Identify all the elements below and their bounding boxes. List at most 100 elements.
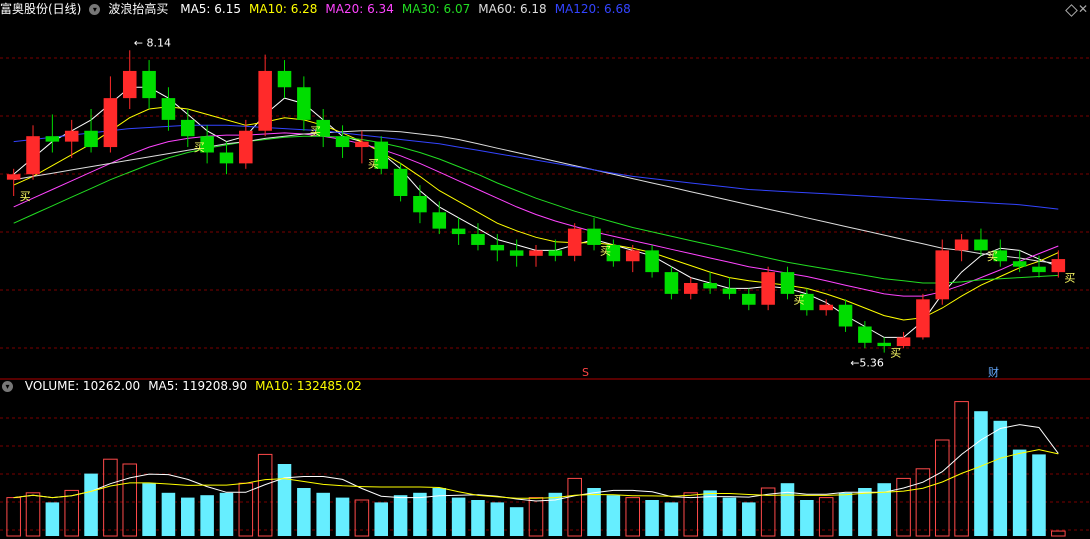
volume-bar — [64, 489, 79, 537]
candle-body — [954, 239, 969, 251]
candle-body — [645, 250, 659, 273]
candle-body — [916, 299, 930, 338]
volume-bar — [800, 500, 814, 536]
volume-bar — [297, 488, 311, 536]
volume-bar — [587, 488, 601, 536]
candle-body — [432, 212, 447, 229]
candle-body — [219, 152, 234, 164]
volume-legend: VOLUME: 10262.00 MA5: 119208.90 MA10: 1324… — [25, 379, 370, 393]
volume-bar — [993, 420, 1008, 536]
ma-legend: MA5: 6.15 MA10: 6.28 MA20: 6.34 MA30: 6.07 M… — [180, 2, 639, 16]
candle-body — [355, 141, 369, 148]
volume-label-0: VOLUME: 10262.00 — [24, 379, 141, 393]
main-panel-header: 富奥股份(日线) ▾ 波浪抬高买 MA5: 6.15 MA10: 6.28 MA20: … — [0, 0, 647, 18]
ma-line-ma120 — [13, 124, 1059, 210]
volume-bar — [1012, 449, 1027, 536]
chart-canvas: 买买买买买买买买买← 8.14←5.36S 财 — [0, 36, 1090, 537]
candle-body — [935, 250, 950, 300]
stock-name[interactable]: 富奥股份(日线) — [0, 2, 81, 16]
volume-bar — [1051, 530, 1066, 537]
volume-bar — [374, 502, 389, 536]
candle-body — [567, 228, 582, 256]
volume-bar — [490, 502, 505, 536]
ma-line-ma5 — [13, 86, 1059, 338]
buy-signal-label: 买 — [793, 293, 804, 306]
indicator-name[interactable]: 波浪抬高买 — [108, 2, 168, 16]
volume-bar — [354, 499, 370, 537]
volume-bar — [974, 411, 988, 536]
candle-body — [509, 250, 524, 256]
candle-body — [529, 250, 543, 256]
candle-body — [122, 70, 137, 99]
candle-body — [413, 196, 427, 213]
candle-body — [664, 272, 679, 294]
volume-bar — [142, 483, 156, 536]
volume-bar — [722, 497, 737, 536]
close-icon[interactable]: ✕ — [1078, 3, 1088, 15]
buy-signal-label: 买 — [600, 244, 611, 257]
candle-body — [393, 168, 408, 196]
volume-bar — [567, 477, 582, 537]
volume-bar — [161, 492, 176, 536]
volume-bar — [954, 401, 969, 537]
candle-body — [471, 234, 485, 245]
marker-cai: 财 — [988, 365, 999, 379]
candle-body — [258, 70, 272, 131]
candle-body — [548, 250, 563, 256]
candle-body — [1051, 259, 1066, 273]
candle-body — [722, 288, 737, 294]
candle-body — [26, 136, 40, 175]
volume-panel-header: ▾ VOLUME: 10262.00 MA5: 119208.90 MA10: 13… — [2, 377, 378, 395]
volume-bar — [645, 500, 659, 536]
candle-body — [838, 304, 853, 327]
volume-bar — [664, 502, 679, 536]
volume-bar — [257, 453, 273, 537]
candle-body — [761, 272, 775, 305]
ma-label-4: MA60: 6.18 — [478, 2, 547, 16]
marker-s: S — [582, 366, 589, 379]
candle-body — [974, 239, 988, 251]
volume-bar — [181, 497, 195, 536]
volume-bar — [200, 495, 214, 536]
dropdown-icon[interactable]: ▾ — [89, 4, 101, 15]
ma-label-1: MA10: 6.28 — [249, 2, 318, 16]
candle-body — [45, 136, 60, 142]
candle-body — [896, 337, 911, 347]
volume-ma-line-5 — [13, 424, 1059, 502]
low-price-label: ←5.36 — [850, 357, 884, 370]
volume-bar — [393, 495, 408, 536]
volume-bar — [858, 488, 872, 536]
candle-body — [6, 174, 21, 180]
volume-bar — [238, 482, 254, 537]
volume-bar — [742, 502, 756, 536]
candle-body — [239, 130, 253, 164]
candle-body — [277, 70, 292, 88]
volume-bar — [316, 492, 330, 536]
volume-bar — [471, 500, 485, 536]
volume-bar — [84, 473, 98, 536]
ma-label-2: MA20: 6.34 — [325, 2, 394, 16]
ma-line-ma60 — [13, 130, 1059, 264]
dropdown-icon[interactable]: ▾ — [2, 381, 13, 392]
volume-bar — [606, 495, 621, 536]
volume-bar — [122, 463, 138, 537]
candle-body — [625, 250, 640, 262]
candle-body — [142, 70, 156, 99]
volume-bar — [1032, 454, 1046, 536]
buy-signal-label: 买 — [987, 250, 998, 263]
volume-bar — [509, 507, 524, 536]
candle-body — [161, 98, 176, 120]
volume-bar — [451, 497, 466, 536]
volume-bar — [934, 439, 950, 537]
candle-body — [297, 87, 311, 120]
ma-line-ma10 — [13, 106, 1059, 321]
volume-label-2: MA10: 132485.02 — [255, 379, 362, 393]
candle-body — [335, 136, 350, 148]
candle-body — [490, 244, 505, 251]
candle-body — [858, 326, 872, 343]
volume-bar — [219, 492, 234, 536]
volume-bar — [103, 458, 118, 537]
candle-body — [683, 283, 698, 294]
volume-bar — [838, 492, 853, 536]
volume-bar — [413, 492, 427, 536]
